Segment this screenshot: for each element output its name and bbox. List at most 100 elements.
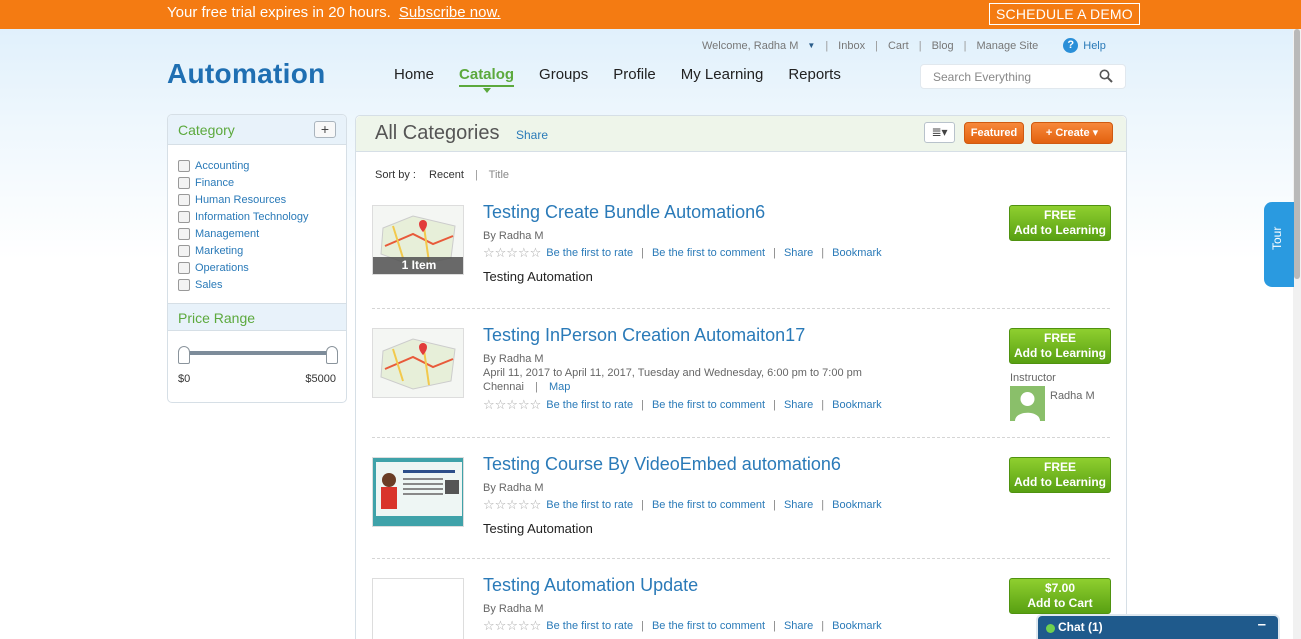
- nav-groups[interactable]: Groups: [539, 66, 588, 87]
- welcome-user[interactable]: Welcome, Radha M: [702, 40, 798, 52]
- course-thumbnail[interactable]: [372, 328, 464, 398]
- course-title[interactable]: Testing InPerson Creation Automaiton17: [483, 325, 805, 346]
- create-button[interactable]: + Create ▾: [1031, 122, 1113, 144]
- item-divider: [372, 558, 1110, 559]
- category-checkbox[interactable]: [178, 244, 190, 257]
- category-checkbox[interactable]: [178, 193, 190, 206]
- category-item[interactable]: Marketing: [178, 242, 346, 259]
- category-checkbox[interactable]: [178, 278, 190, 291]
- category-checkbox[interactable]: [178, 176, 190, 189]
- category-label[interactable]: Accounting: [195, 160, 249, 172]
- sort-recent[interactable]: Recent: [429, 169, 464, 181]
- chat-label[interactable]: Chat (1): [1058, 620, 1103, 634]
- category-checkbox[interactable]: [178, 227, 190, 240]
- comment-link[interactable]: Be the first to comment: [652, 499, 765, 511]
- category-label[interactable]: Information Technology: [195, 211, 309, 223]
- item-share-link[interactable]: Share: [784, 247, 813, 259]
- instructor-name[interactable]: Radha M: [1050, 390, 1095, 402]
- chat-bar[interactable]: Chat (1) –: [1036, 614, 1280, 639]
- nav-reports[interactable]: Reports: [788, 66, 841, 87]
- chevron-down-icon[interactable]: ▼: [807, 41, 815, 50]
- rating-stars-icon[interactable]: ☆☆☆☆☆: [483, 397, 541, 413]
- bookmark-link[interactable]: Bookmark: [832, 620, 882, 632]
- nav-home[interactable]: Home: [394, 66, 434, 87]
- minimize-icon[interactable]: –: [1258, 616, 1266, 633]
- help-icon[interactable]: ?: [1063, 38, 1079, 53]
- search-icon[interactable]: [1099, 69, 1113, 83]
- rating-stars-icon[interactable]: ☆☆☆☆☆: [483, 497, 541, 513]
- category-label[interactable]: Management: [195, 228, 259, 240]
- category-checkbox[interactable]: [178, 159, 190, 172]
- rate-link[interactable]: Be the first to rate: [546, 620, 633, 632]
- cart-link[interactable]: Cart: [888, 40, 909, 52]
- rate-link[interactable]: Be the first to rate: [546, 399, 633, 411]
- category-label[interactable]: Operations: [195, 262, 249, 274]
- category-item[interactable]: Information Technology: [178, 208, 346, 225]
- category-checkbox[interactable]: [178, 261, 190, 274]
- sort-title[interactable]: Title: [489, 169, 509, 181]
- nav-profile[interactable]: Profile: [613, 66, 656, 87]
- rating-stars-icon[interactable]: ☆☆☆☆☆: [483, 245, 541, 261]
- bookmark-link[interactable]: Bookmark: [832, 247, 882, 259]
- item-share-link[interactable]: Share: [784, 620, 813, 632]
- category-item[interactable]: Management: [178, 225, 346, 242]
- share-link[interactable]: Share: [516, 128, 548, 142]
- add-to-learning-button[interactable]: FREE Add to Learning: [1009, 205, 1111, 241]
- slider-track[interactable]: [184, 351, 334, 355]
- search-input[interactable]: [921, 65, 1091, 88]
- comment-link[interactable]: Be the first to comment: [652, 399, 765, 411]
- course-thumbnail[interactable]: [372, 578, 464, 639]
- category-label[interactable]: Marketing: [195, 245, 243, 257]
- category-item[interactable]: Finance: [178, 174, 346, 191]
- slider-min-handle[interactable]: [178, 346, 190, 364]
- item-share-link[interactable]: Share: [784, 399, 813, 411]
- site-logo[interactable]: Automation: [167, 58, 326, 90]
- page-scrollbar[interactable]: [1293, 29, 1301, 639]
- nav-catalog[interactable]: Catalog: [459, 66, 515, 93]
- category-item[interactable]: Human Resources: [178, 191, 346, 208]
- category-item[interactable]: Sales: [178, 276, 346, 293]
- course-thumbnail[interactable]: [372, 457, 464, 527]
- schedule-demo-button[interactable]: SCHEDULE A DEMO: [989, 3, 1140, 25]
- price-slider[interactable]: $0 $5000: [168, 331, 346, 391]
- course-thumbnail[interactable]: 1 Item: [372, 205, 464, 275]
- category-label[interactable]: Finance: [195, 177, 234, 189]
- category-label[interactable]: Sales: [195, 279, 223, 291]
- rating-stars-icon[interactable]: ☆☆☆☆☆: [483, 618, 541, 634]
- add-to-cart-button[interactable]: $7.00 Add to Cart: [1009, 578, 1111, 614]
- featured-button[interactable]: Featured: [964, 122, 1024, 144]
- add-to-learning-button[interactable]: FREE Add to Learning: [1009, 457, 1111, 493]
- search-box: [920, 64, 1126, 89]
- course-title[interactable]: Testing Create Bundle Automation6: [483, 202, 765, 223]
- manage-site-link[interactable]: Manage Site: [976, 40, 1038, 52]
- scroll-thumb[interactable]: [1294, 29, 1300, 279]
- add-to-learning-button[interactable]: FREE Add to Learning: [1009, 328, 1111, 364]
- item-count-badge: 1 Item: [373, 257, 463, 274]
- rate-link[interactable]: Be the first to rate: [546, 499, 633, 511]
- list-view-icon[interactable]: ≣▾: [924, 122, 955, 143]
- comment-link[interactable]: Be the first to comment: [652, 620, 765, 632]
- map-link[interactable]: Map: [549, 381, 570, 393]
- sort-bar: Sort by : Recent | Title: [375, 169, 509, 181]
- tour-tab[interactable]: Tour: [1264, 202, 1294, 287]
- avatar[interactable]: [1010, 386, 1045, 421]
- subscribe-link[interactable]: Subscribe now.: [399, 4, 501, 21]
- category-checkbox[interactable]: [178, 210, 190, 223]
- inbox-link[interactable]: Inbox: [838, 40, 865, 52]
- blog-link[interactable]: Blog: [932, 40, 954, 52]
- category-item[interactable]: Accounting: [178, 157, 346, 174]
- category-label[interactable]: Human Resources: [195, 194, 286, 206]
- rate-link[interactable]: Be the first to rate: [546, 247, 633, 259]
- expand-category-button[interactable]: +: [314, 121, 336, 138]
- comment-link[interactable]: Be the first to comment: [652, 247, 765, 259]
- slider-max-handle[interactable]: [326, 346, 338, 364]
- separator: |: [821, 247, 825, 259]
- nav-my-learning[interactable]: My Learning: [681, 66, 764, 87]
- course-title[interactable]: Testing Course By VideoEmbed automation6: [483, 454, 841, 475]
- bookmark-link[interactable]: Bookmark: [832, 399, 882, 411]
- category-item[interactable]: Operations: [178, 259, 346, 276]
- bookmark-link[interactable]: Bookmark: [832, 499, 882, 511]
- item-share-link[interactable]: Share: [784, 499, 813, 511]
- course-title[interactable]: Testing Automation Update: [483, 575, 698, 596]
- help-link[interactable]: Help: [1083, 40, 1106, 52]
